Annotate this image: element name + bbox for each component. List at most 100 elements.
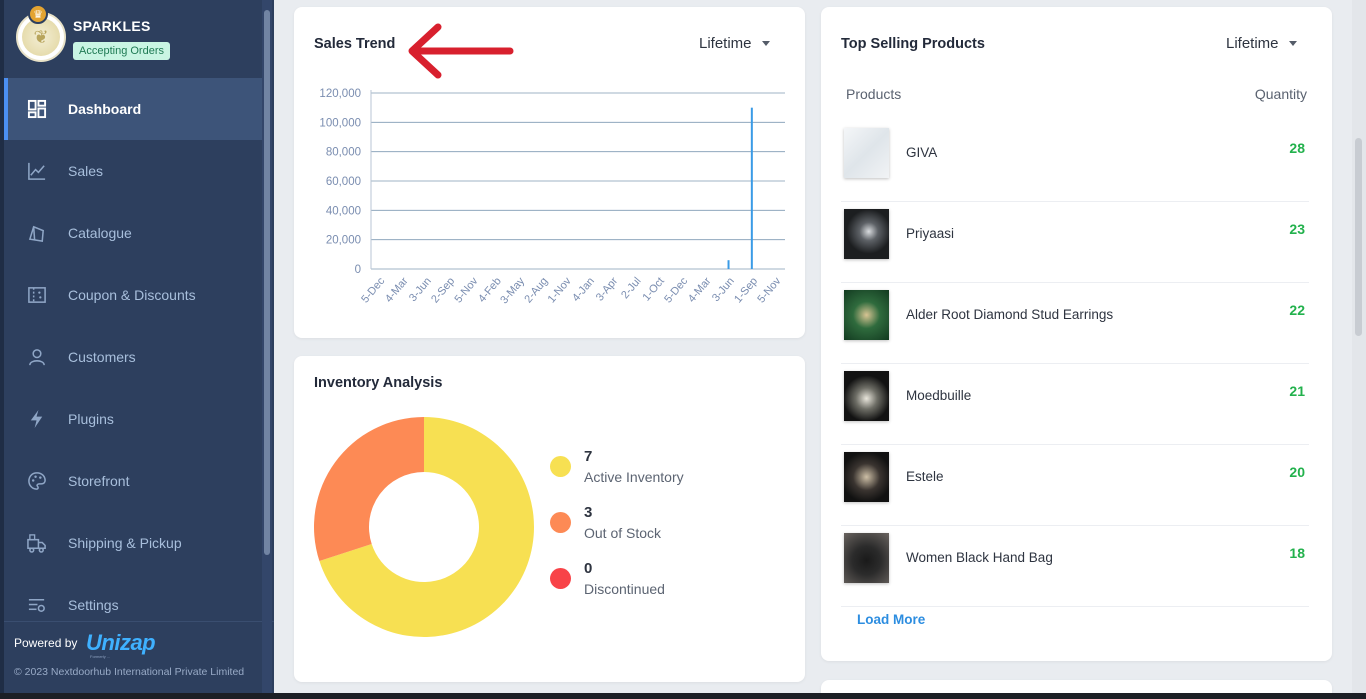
crown-icon: ♛ xyxy=(28,4,48,24)
product-thumbnail[interactable] xyxy=(844,209,889,259)
app-root: ❦ ♛ SPARKLES Accepting Orders Dashboard S… xyxy=(0,0,1366,699)
sidebar-item-shipping-pickup[interactable]: Shipping & Pickup xyxy=(4,512,266,574)
x-tick-label: 4-Jan xyxy=(570,275,597,304)
sales-period-label: Lifetime xyxy=(699,35,752,52)
x-tick-label: 2-Aug xyxy=(522,275,550,305)
product-name[interactable]: Estele xyxy=(906,469,944,484)
top-selling-period-dropdown[interactable]: Lifetime xyxy=(1226,35,1297,52)
legend-count: 0 xyxy=(584,560,593,577)
sidebar-item-label: Shipping & Pickup xyxy=(68,535,182,551)
legend-label: Active Inventory xyxy=(584,469,684,485)
y-tick-label: 60,000 xyxy=(326,176,361,188)
sales-period-dropdown[interactable]: Lifetime xyxy=(699,35,770,52)
dashboard-icon xyxy=(26,98,48,120)
table-row[interactable]: Women Black Hand Bag 18 xyxy=(841,526,1309,607)
load-more-button[interactable]: Load More xyxy=(857,612,925,627)
store-logo-emblem: ❦ xyxy=(22,18,60,56)
legend-label: Discontinued xyxy=(584,581,665,597)
sidebar-item-catalogue[interactable]: Catalogue xyxy=(4,202,266,264)
legend-count: 7 xyxy=(584,448,593,465)
legend-item[interactable]: 7 Active Inventory xyxy=(550,448,684,504)
sidebar-item-customers[interactable]: Customers xyxy=(4,326,266,388)
user-icon xyxy=(26,346,48,368)
status-badge[interactable]: Accepting Orders xyxy=(73,42,170,60)
palette-icon xyxy=(26,470,48,492)
unizap-logo: Unizap xyxy=(86,630,156,655)
product-name[interactable]: Moedbuille xyxy=(906,388,971,403)
product-quantity: 20 xyxy=(1289,464,1305,480)
product-quantity: 21 xyxy=(1289,383,1305,399)
x-tick-label: 5-Dec xyxy=(359,275,387,306)
product-thumbnail[interactable] xyxy=(844,371,889,421)
x-tick-label: 3-Apr xyxy=(594,275,621,304)
table-row[interactable]: Moedbuille 21 xyxy=(841,364,1309,445)
product-name[interactable]: Alder Root Diamond Stud Earrings xyxy=(906,307,1113,322)
chart-line-icon xyxy=(26,160,48,182)
sidebar-item-label: Plugins xyxy=(68,411,114,427)
sidebar: ❦ ♛ SPARKLES Accepting Orders Dashboard S… xyxy=(0,0,274,693)
x-tick-label: 5-Nov xyxy=(755,275,783,306)
table-row[interactable]: Estele 20 xyxy=(841,445,1309,526)
sidebar-item-storefront[interactable]: Storefront xyxy=(4,450,266,512)
table-row[interactable]: Priyaasi 23 xyxy=(841,202,1309,283)
product-quantity: 22 xyxy=(1289,302,1305,318)
product-thumbnail[interactable] xyxy=(844,290,889,340)
chevron-down-icon xyxy=(761,41,770,46)
y-tick-label: 0 xyxy=(355,264,361,276)
product-name[interactable]: GIVA xyxy=(906,145,937,160)
x-tick-label: 3-Jun xyxy=(710,275,737,304)
product-thumbnail[interactable] xyxy=(844,452,889,502)
legend-label: Out of Stock xyxy=(584,525,662,541)
y-tick-label: 40,000 xyxy=(326,205,361,217)
store-brand: ❦ ♛ SPARKLES Accepting Orders xyxy=(12,4,272,76)
sliders-icon xyxy=(26,594,48,616)
y-tick-label: 120,000 xyxy=(319,88,361,100)
column-products: Products xyxy=(846,86,902,102)
powered-by-label: Powered by xyxy=(14,636,78,650)
sidebar-scrollbar[interactable] xyxy=(264,10,270,555)
top-selling-title: Top Selling Products xyxy=(841,36,985,52)
legend-swatch xyxy=(550,568,571,589)
sidebar-item-dashboard[interactable]: Dashboard xyxy=(4,78,266,140)
main-scrollbar[interactable] xyxy=(1355,138,1362,336)
store-name: SPARKLES xyxy=(73,18,151,34)
x-tick-label: 4-Mar xyxy=(686,275,714,305)
donut-slice-out-of-stock[interactable] xyxy=(314,417,424,561)
chevron-down-icon xyxy=(1288,41,1297,46)
table-row[interactable]: Alder Root Diamond Stud Earrings 22 xyxy=(841,283,1309,364)
products-table: GIVA 28 Priyaasi 23 Alder Root Diamond Stud … xyxy=(841,121,1309,607)
delivery-icon xyxy=(26,532,48,554)
product-name[interactable]: Women Black Hand Bag xyxy=(906,550,1053,565)
legend-item[interactable]: 3 Out of Stock xyxy=(550,504,684,560)
product-quantity: 23 xyxy=(1289,221,1305,237)
main-scroll-track[interactable] xyxy=(1352,0,1366,699)
sidebar-item-sales[interactable]: Sales xyxy=(4,140,266,202)
table-row[interactable]: GIVA 28 xyxy=(841,121,1309,202)
column-quantity: Quantity xyxy=(1254,86,1307,102)
legend-swatch xyxy=(550,512,571,533)
sales-trend-chart: 0 20,000 40,000 60,000 80,000 100,000 120,000 5… xyxy=(319,88,785,306)
sidebar-item-plugins[interactable]: Plugins xyxy=(4,388,266,450)
product-thumbnail[interactable] xyxy=(844,128,889,178)
inventory-title: Inventory Analysis xyxy=(314,375,443,391)
x-tick-label: 2-Jul xyxy=(619,275,644,301)
sidebar-item-label: Catalogue xyxy=(68,225,132,241)
copyright-text: © 2023 Nextdoorhub International Private… xyxy=(14,666,245,678)
annotation-arrow-icon xyxy=(408,23,514,79)
product-quantity: 28 xyxy=(1289,140,1305,156)
sales-bar[interactable] xyxy=(750,107,753,270)
inventory-donut-chart xyxy=(314,417,534,637)
sidebar-item-coupon-discounts[interactable]: Coupon & Discounts xyxy=(4,264,266,326)
product-name[interactable]: Priyaasi xyxy=(906,226,954,241)
sidebar-item-label: Sales xyxy=(68,163,104,179)
y-tick-label: 80,000 xyxy=(326,147,361,159)
sales-trend-card: Sales Trend Lifetime 0 20,000 40,000 60,000… xyxy=(294,7,805,338)
sales-trend-title: Sales Trend xyxy=(314,36,396,52)
lightning-icon xyxy=(26,408,48,430)
x-tick-label: 2-Sep xyxy=(429,275,457,305)
legend-item[interactable]: 0 Discontinued xyxy=(550,560,684,616)
window-bottom-edge xyxy=(0,693,1366,699)
sales-bar[interactable] xyxy=(727,260,730,269)
product-thumbnail[interactable] xyxy=(844,533,889,583)
product-quantity: 18 xyxy=(1289,545,1305,561)
